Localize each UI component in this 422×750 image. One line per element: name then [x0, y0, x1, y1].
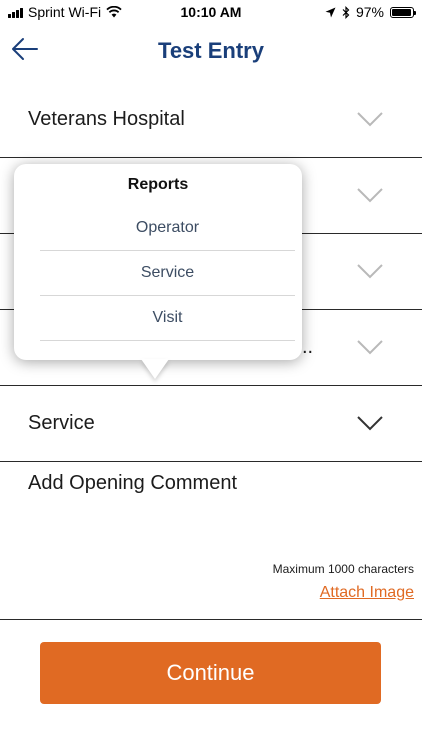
popover-item-operator[interactable]: Operator	[40, 206, 295, 251]
battery-fill	[392, 8, 412, 16]
report-type-select-row[interactable]: Service	[0, 386, 422, 462]
battery-icon	[390, 6, 416, 18]
chevron-down-icon	[357, 264, 383, 279]
status-right: 97%	[325, 4, 416, 20]
popover-item-service[interactable]: Service	[40, 251, 295, 296]
chevron-down-icon	[357, 112, 383, 127]
reports-popover: Reports Operator Service Visit	[14, 164, 302, 360]
popover-arrow	[141, 359, 169, 379]
nav-bar: Test Entry	[0, 24, 422, 76]
location-arrow-icon	[325, 7, 336, 17]
chevron-down-icon	[357, 188, 383, 203]
chevron-down-icon	[357, 416, 383, 431]
row-label: Service	[28, 412, 95, 434]
page-title: Test Entry	[158, 38, 264, 63]
max-characters-hint: Maximum 1000 characters	[272, 562, 414, 576]
comment-placeholder: Add Opening Comment	[28, 472, 238, 494]
hospital-select-row[interactable]: Veterans Hospital	[0, 82, 422, 158]
popover-item-visit[interactable]: Visit	[40, 296, 295, 341]
continue-button[interactable]: Continue	[40, 642, 381, 704]
row-label: Veterans Hospital	[28, 108, 185, 130]
attach-image-link[interactable]: Attach Image	[320, 584, 414, 602]
chevron-down-icon	[357, 340, 383, 355]
opening-comment-field[interactable]: Add Opening Comment Maximum 1000 charact…	[0, 462, 422, 620]
truncated-text: ..	[302, 336, 314, 358]
popover-title: Reports	[127, 176, 189, 193]
bluetooth-icon	[342, 5, 350, 19]
status-bar: Sprint Wi-Fi 10:10 AM 97%	[0, 0, 422, 24]
battery-percent: 97%	[355, 4, 384, 20]
